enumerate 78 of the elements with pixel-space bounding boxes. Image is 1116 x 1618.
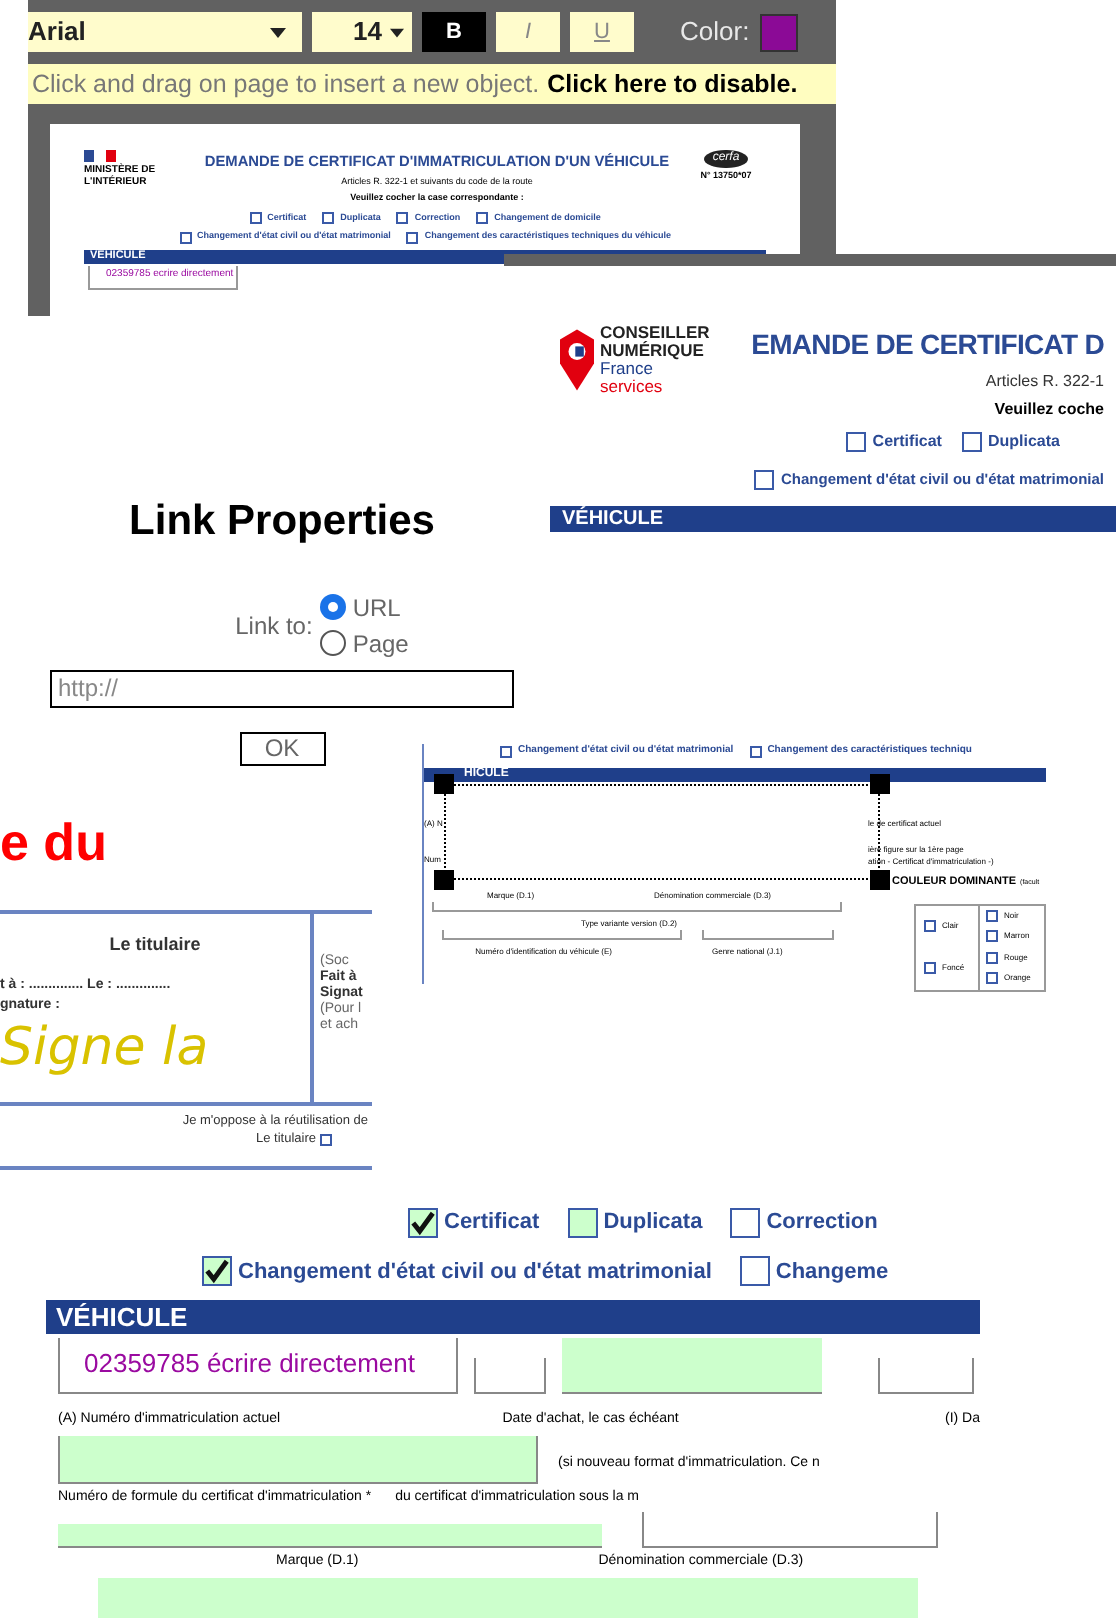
caret-icon (270, 27, 286, 37)
form-field[interactable] (432, 901, 842, 911)
resize-handle[interactable] (870, 870, 890, 890)
checkbox[interactable] (567, 1207, 598, 1238)
checkmark-icon (410, 1209, 436, 1236)
logo-text: NUMÉRIQUE (600, 342, 704, 360)
checkbox-label: Changeme (775, 1257, 889, 1287)
form-field[interactable] (58, 1524, 602, 1548)
checkbox[interactable] (739, 1256, 770, 1287)
form-field[interactable] (58, 1435, 538, 1483)
form-field[interactable]: 02359785 écrire directement (58, 1338, 458, 1394)
checkbox[interactable] (730, 1207, 761, 1238)
form-field[interactable] (474, 1358, 546, 1394)
ok-button[interactable]: OK (239, 731, 325, 765)
checkbox[interactable] (202, 1256, 232, 1287)
form-field[interactable] (701, 929, 833, 939)
checkbox-label: Changement d'état civil ou d'état matrimonial (238, 1257, 712, 1287)
radio-button[interactable] (320, 594, 347, 620)
heading-fragment: e du (0, 810, 107, 876)
flag-icon (84, 150, 116, 162)
form-field[interactable] (642, 1512, 938, 1548)
signature-heading: Le titulaire (109, 932, 201, 958)
checkbox-label: Certificat (444, 1208, 540, 1238)
disable-link[interactable]: Click here to disable. (547, 65, 798, 103)
color-swatch[interactable] (759, 13, 798, 51)
checkbox[interactable] (396, 211, 409, 224)
resize-handle[interactable] (434, 774, 454, 794)
checkbox[interactable] (986, 909, 998, 922)
checkbox-label: Certificat (872, 430, 942, 454)
radio-option[interactable]: Page (320, 625, 409, 661)
checkbox[interactable] (320, 1133, 332, 1145)
checkbox-label: Duplicata (603, 1208, 703, 1238)
checkbox[interactable] (924, 962, 936, 974)
checkbox[interactable] (406, 231, 419, 244)
map-pin-logo-icon (560, 328, 594, 392)
section-header: VÉHICULE (46, 1300, 980, 1334)
checkbox[interactable] (846, 432, 867, 452)
radio-option[interactable]: URL (320, 589, 409, 625)
checkbox[interactable] (961, 432, 982, 452)
form-instruction: Veuillez coche (994, 398, 1104, 422)
link-to-label: Link to: (235, 609, 313, 643)
form-title: EMANDE DE CERTIFICAT D (751, 326, 1104, 364)
checkbox[interactable] (749, 745, 762, 758)
checkbox[interactable] (986, 951, 998, 964)
section-header: VÉHICULE (550, 506, 1116, 533)
checkbox[interactable] (754, 469, 775, 490)
checkbox[interactable] (924, 920, 936, 932)
checkbox[interactable] (179, 231, 192, 244)
text-style-button[interactable]: B (422, 12, 486, 52)
caret-icon (390, 27, 404, 37)
checkbox[interactable] (249, 211, 262, 224)
color-label: Color: (680, 14, 750, 51)
url-field[interactable]: http:// (50, 669, 514, 707)
checkmark-icon (204, 1258, 230, 1285)
form-field[interactable] (562, 1338, 822, 1394)
checkbox[interactable] (986, 930, 998, 943)
checkbox[interactable] (500, 745, 512, 758)
resize-handle[interactable] (870, 774, 890, 794)
size-select[interactable]: 14 (312, 12, 412, 52)
logo-text: France (600, 360, 653, 378)
logo-text: services (600, 378, 665, 396)
checkbox[interactable] (476, 211, 489, 224)
checkbox[interactable] (986, 972, 998, 985)
checkbox-label: Correction (766, 1208, 878, 1238)
form-field[interactable] (878, 1358, 974, 1394)
handwritten-signature: Signe la (0, 1017, 211, 1077)
hint-text: Click and drag on page to insert a new object. (32, 67, 540, 102)
font-select[interactable]: Arial (28, 12, 302, 52)
form-subtitle: Articles R. 322-1 (985, 370, 1104, 394)
radio-button[interactable] (320, 630, 347, 656)
dialog-title: Link Properties (129, 496, 435, 548)
logo-text: CONSEILLER (600, 324, 710, 342)
form-field[interactable] (98, 1577, 918, 1618)
resize-handle[interactable] (434, 870, 454, 890)
checkbox[interactable] (408, 1207, 438, 1238)
checkbox[interactable] (322, 211, 335, 224)
checkbox-label: Duplicata (987, 430, 1060, 454)
form-field[interactable] (441, 929, 681, 939)
